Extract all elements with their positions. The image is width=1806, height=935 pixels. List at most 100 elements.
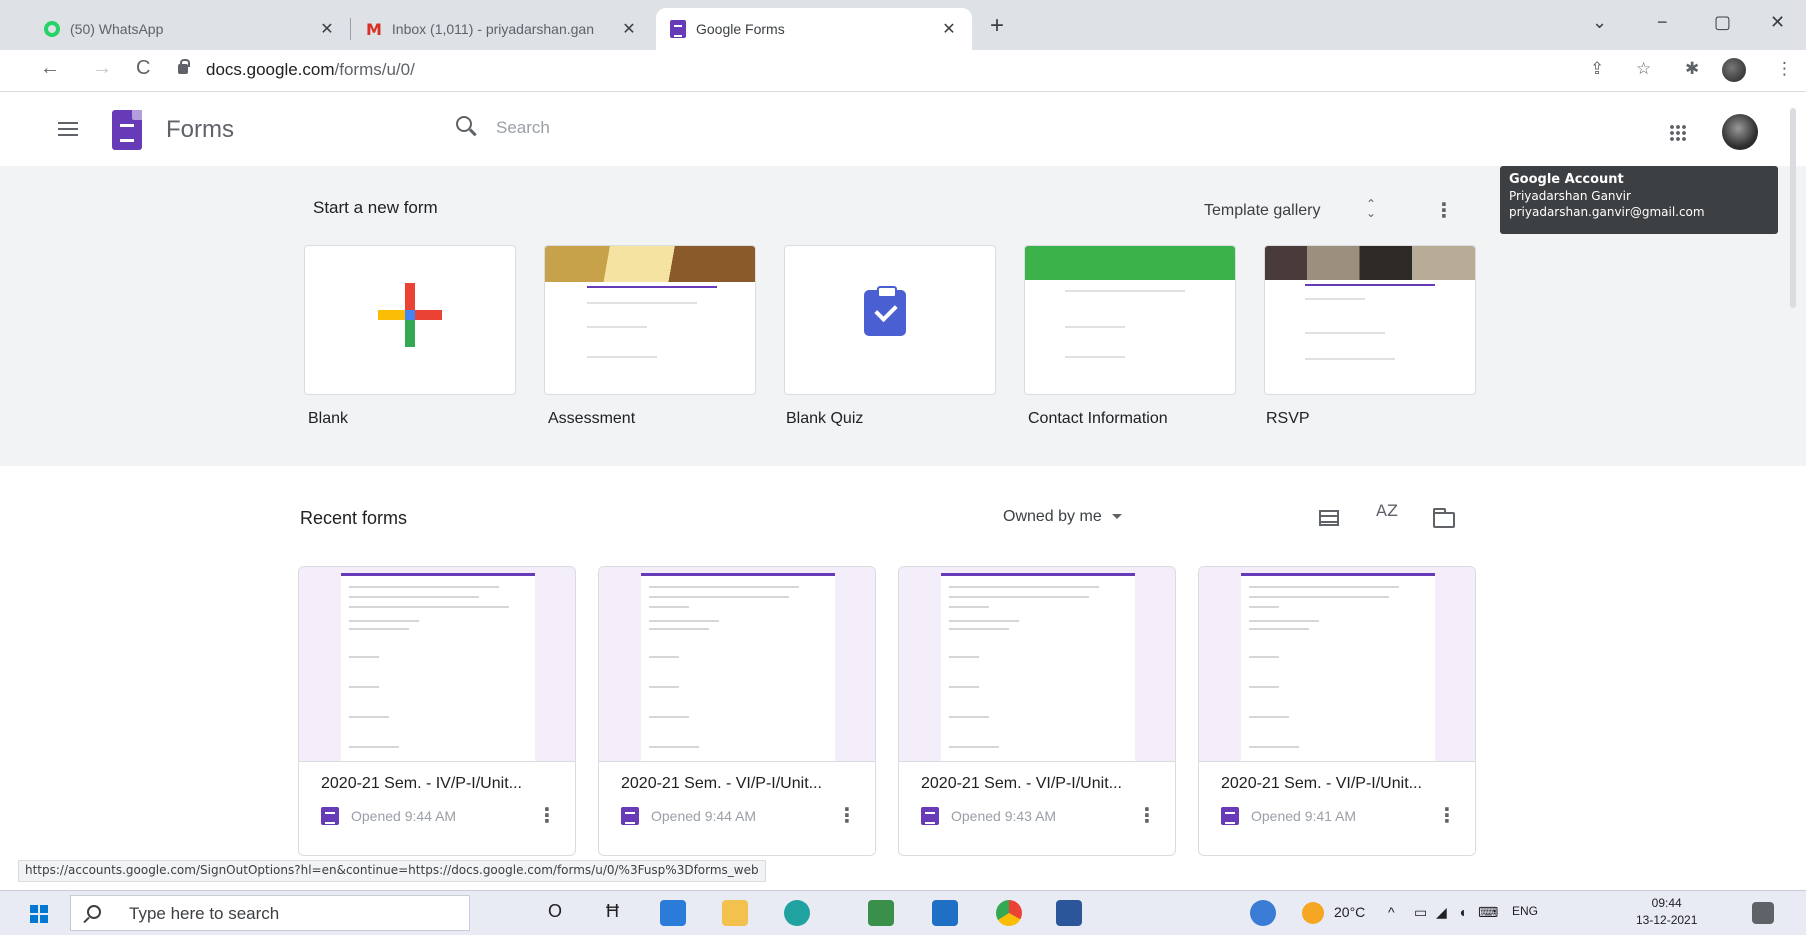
more-options-icon[interactable]: ⋮ (837, 803, 857, 828)
expand-collapse-icon[interactable]: ⌃ ⌄ (1366, 198, 1376, 219)
taskbar-search-box[interactable]: Type here to search (70, 895, 470, 931)
battery-icon[interactable]: ▭ (1414, 904, 1427, 921)
folder-icon[interactable] (1433, 508, 1455, 528)
show-hidden-icons-icon[interactable]: ^ (1388, 904, 1395, 920)
owner-filter-dropdown[interactable]: Owned by me (1003, 508, 1122, 526)
windows-taskbar: Type here to search O Ħ 20°C ^ ▭ ◢ ◖ ⌨ E… (0, 890, 1806, 935)
tooltip-email: priyadarshan.ganvir@gmail.com (1509, 205, 1705, 219)
extensions-icon[interactable]: ✱ (1685, 59, 1699, 79)
form-preview (941, 573, 1135, 761)
tab-title: Inbox (1,011) - priyadarshan.gan (391, 21, 595, 37)
template-label: Blank (308, 410, 349, 427)
weather-temperature[interactable]: 20°C (1334, 904, 1365, 920)
recent-form-card[interactable]: 2020-21 Sem. - VI/P-I/Unit... Opened 9:4… (1198, 566, 1476, 856)
file-explorer-icon[interactable] (722, 900, 748, 926)
close-icon[interactable]: ✕ (940, 19, 958, 39)
template-label: Contact Information (1028, 410, 1168, 427)
template-line (1065, 290, 1185, 292)
tooltip-title: Google Account (1509, 172, 1624, 187)
help-icon[interactable] (1250, 900, 1276, 926)
account-avatar[interactable] (1722, 114, 1758, 150)
opened-time: Opened 9:44 AM (651, 808, 757, 824)
template-header-image (1025, 246, 1235, 280)
template-contact-information[interactable] (1024, 245, 1236, 395)
recent-form-card[interactable]: 2020-21 Sem. - IV/P-I/Unit... Opened 9:4… (298, 566, 576, 856)
template-gallery-button[interactable]: Template gallery (1204, 202, 1321, 220)
template-assessment[interactable] (544, 245, 756, 395)
minimize-button[interactable]: − (1657, 12, 1668, 33)
reload-button[interactable]: C (136, 57, 150, 80)
more-options-icon[interactable]: ⋮ (1437, 803, 1457, 828)
browser-menu-icon[interactable]: ⋮ (1776, 59, 1793, 79)
scrollbar-thumb[interactable] (1790, 108, 1796, 308)
chrome-icon[interactable] (996, 900, 1022, 926)
language-indicator[interactable]: ENG (1512, 904, 1538, 918)
opened-time: Opened 9:41 AM (1251, 808, 1357, 824)
search-input[interactable] (496, 110, 1016, 146)
tab-whatsapp[interactable]: (50) WhatsApp ✕ (30, 8, 350, 50)
address-bar[interactable]: docs.google.com/forms/u/0/ (206, 60, 415, 80)
tooltip-name: Priyadarshan Ganvir (1509, 189, 1631, 203)
template-line (1305, 358, 1395, 360)
template-line (1305, 332, 1385, 334)
word-icon[interactable] (1056, 900, 1082, 926)
taskbar-clock[interactable]: 09:44 13-12-2021 (1636, 895, 1697, 929)
more-options-icon[interactable]: ⋮ (1434, 198, 1454, 223)
forms-logo-icon[interactable] (112, 110, 142, 150)
main-menu-icon[interactable] (58, 122, 78, 136)
new-tab-button[interactable]: + (990, 12, 1004, 40)
plus-icon-center (405, 310, 415, 320)
account-tooltip: Google Account Priyadarshan Ganvir priya… (1500, 166, 1778, 234)
tab-title: (50) WhatsApp (70, 21, 164, 37)
more-options-icon[interactable]: ⋮ (1137, 803, 1157, 828)
browser-toolbar: ← → C docs.google.com/forms/u/0/ ⇪ ☆ ✱ ⋮ (0, 50, 1806, 92)
tab-google-forms[interactable]: Google Forms ✕ (656, 8, 972, 50)
app-header: Forms (0, 92, 1806, 166)
template-rsvp[interactable] (1264, 245, 1476, 395)
windows-start-icon[interactable] (30, 905, 48, 923)
mail-icon[interactable] (932, 900, 958, 926)
form-preview (1241, 573, 1435, 761)
form-title: 2020-21 Sem. - VI/P-I/Unit... (621, 775, 822, 792)
bookmark-star-icon[interactable]: ☆ (1636, 59, 1651, 79)
volume-icon[interactable]: ◖ (1458, 904, 1466, 920)
close-icon[interactable]: ✕ (318, 19, 336, 39)
maximize-button[interactable]: ▢ (1714, 12, 1731, 33)
url-host: docs.google.com (206, 60, 335, 79)
url-path: /forms/u/0/ (334, 60, 415, 79)
edge-icon[interactable] (784, 900, 810, 926)
section-title: Start a new form (313, 198, 438, 217)
browser-tab-strip: (50) WhatsApp ✕ M Inbox (1,011) - priyad… (0, 0, 1806, 50)
list-view-icon[interactable] (1319, 510, 1339, 526)
forward-button[interactable]: → (92, 57, 112, 80)
back-button[interactable]: ← (40, 57, 60, 80)
close-window-button[interactable]: ✕ (1770, 12, 1785, 33)
network-icon[interactable]: ◢ (1436, 904, 1447, 921)
opened-time: Opened 9:44 AM (351, 808, 457, 824)
lock-icon[interactable] (178, 59, 190, 74)
google-apps-icon[interactable] (1669, 124, 1687, 142)
scrollbar[interactable] (1790, 108, 1798, 308)
store-icon[interactable] (660, 900, 686, 926)
task-view-icon[interactable]: Ħ (606, 901, 619, 922)
search-icon[interactable] (456, 116, 472, 132)
recent-forms-title: Recent forms (300, 508, 408, 528)
forms-icon (1221, 807, 1239, 825)
sort-az-icon[interactable]: AZ (1376, 503, 1398, 519)
recent-form-card[interactable]: 2020-21 Sem. - VI/P-I/Unit... Opened 9:4… (898, 566, 1176, 856)
template-line (587, 302, 697, 304)
recent-form-card[interactable]: 2020-21 Sem. - VI/P-I/Unit... Opened 9:4… (598, 566, 876, 856)
cortana-icon[interactable]: O (548, 901, 562, 922)
more-options-icon[interactable]: ⋮ (537, 803, 557, 828)
weather-icon[interactable] (1302, 902, 1324, 924)
notification-icon[interactable] (1752, 902, 1774, 924)
keyboard-icon[interactable]: ⌨ (1478, 904, 1498, 921)
share-icon[interactable]: ⇪ (1590, 59, 1604, 79)
form-title: 2020-21 Sem. - IV/P-I/Unit... (321, 775, 522, 792)
tab-gmail[interactable]: M Inbox (1,011) - priyadarshan.gan ✕ (352, 8, 652, 50)
app-title[interactable]: Forms (166, 116, 234, 144)
profile-avatar[interactable] (1722, 58, 1746, 82)
close-icon[interactable]: ✕ (620, 19, 638, 39)
photos-app-icon[interactable] (868, 900, 894, 926)
tab-search-button[interactable]: ⌄ (1592, 12, 1607, 33)
